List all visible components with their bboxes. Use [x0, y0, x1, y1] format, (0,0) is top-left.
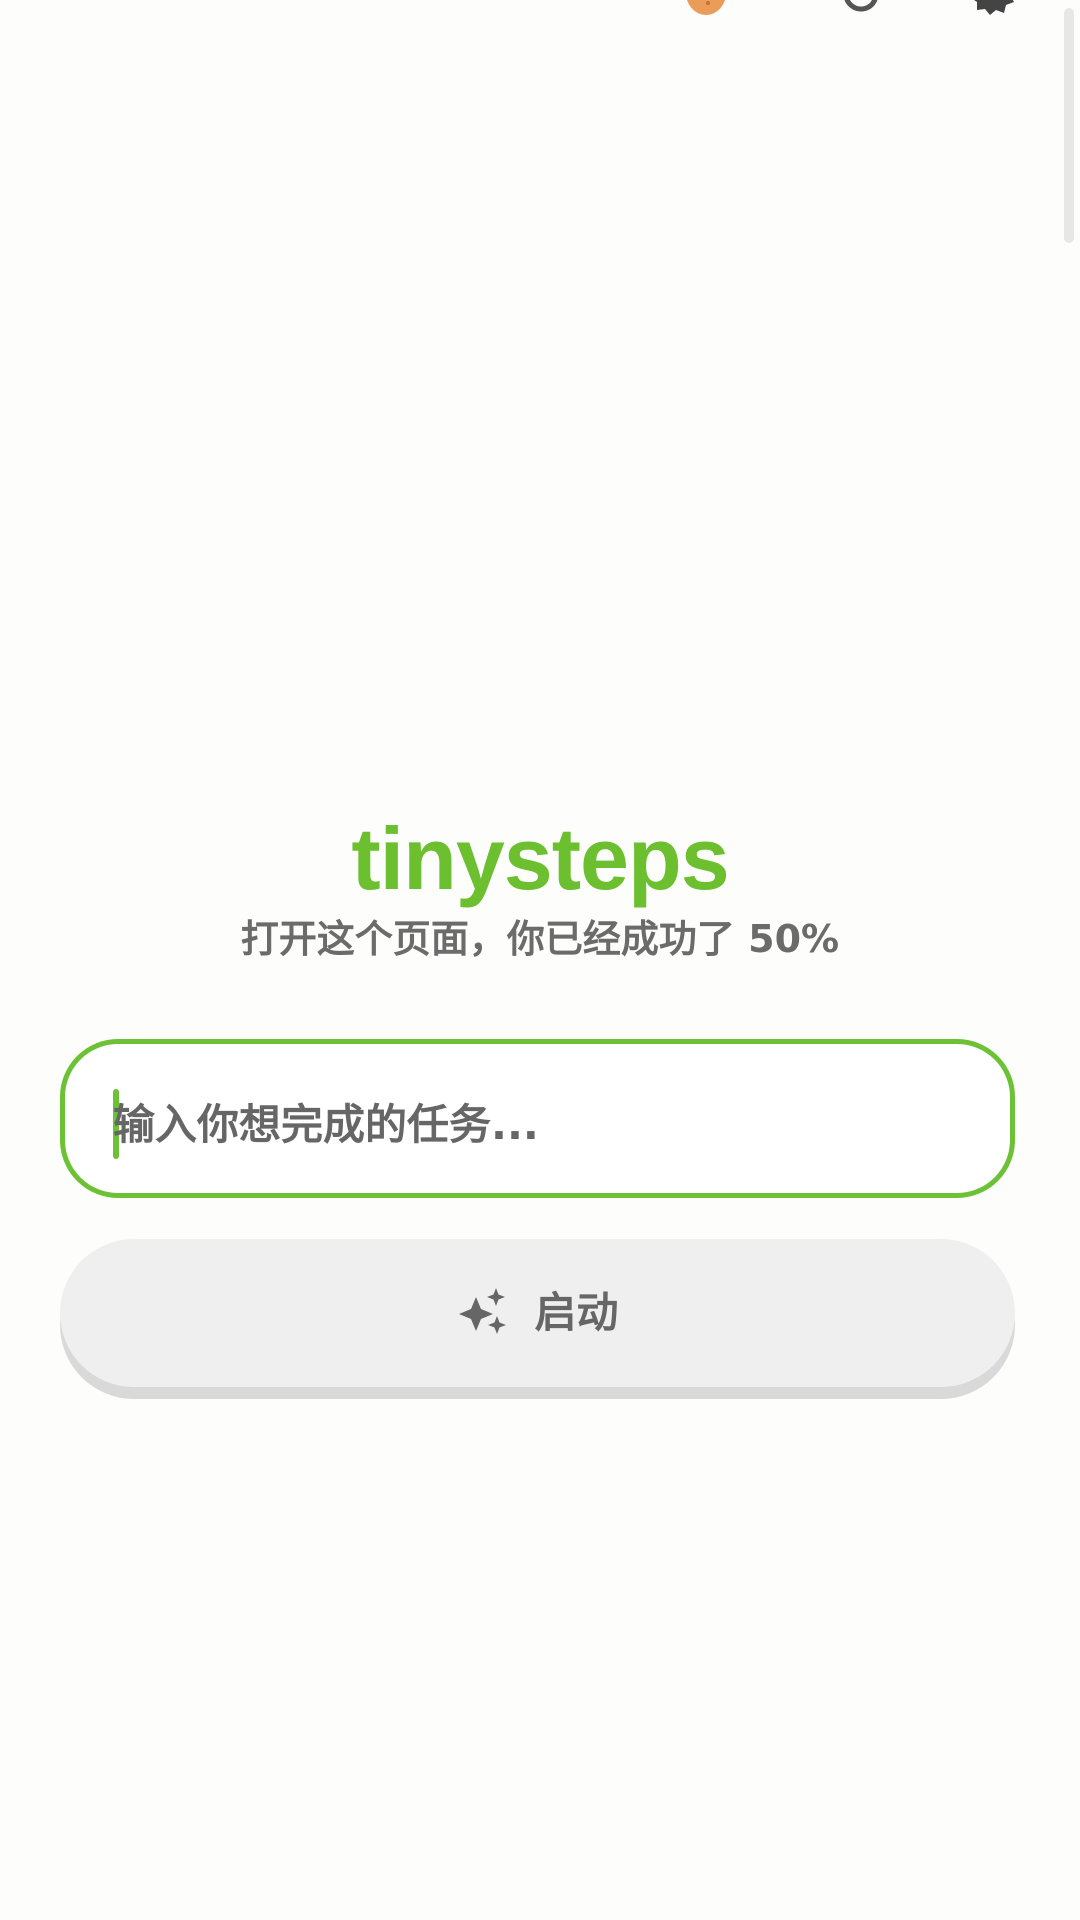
task-input-container[interactable] — [60, 1039, 1015, 1198]
settings-icon[interactable] — [970, 0, 1016, 16]
history-icon[interactable] — [838, 0, 884, 16]
launch-button-content: 启动 — [60, 1239, 1015, 1387]
egg-icon[interactable] — [683, 0, 729, 16]
task-input[interactable] — [113, 1084, 963, 1164]
encouragement-text: 打开这个页面，你已经成功了 50% — [240, 917, 840, 961]
tinysteps-home-screen: tinysteps 打开这个页面，你已经成功了 50% 启动 — [0, 0, 1080, 1920]
app-logo-text: tinysteps — [351, 809, 729, 908]
launch-button-label: 启动 — [534, 1288, 619, 1337]
launch-button[interactable]: 启动 — [60, 1239, 1015, 1387]
top-toolbar — [0, 0, 1080, 20]
sparkle-icon — [459, 1288, 507, 1334]
vertical-scrollbar[interactable] — [1064, 8, 1074, 243]
